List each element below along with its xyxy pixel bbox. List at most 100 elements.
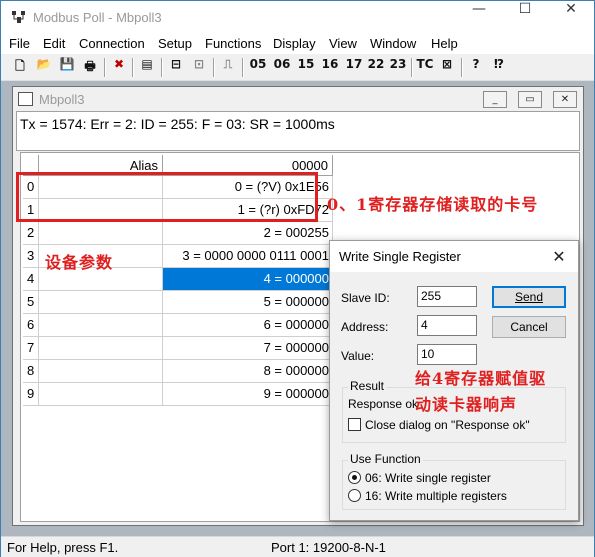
row-header[interactable]: 6 xyxy=(23,314,39,337)
child-maximize-button[interactable]: ▭ xyxy=(518,91,542,108)
toolbar-separator xyxy=(104,58,106,77)
function-group-label: Use Function xyxy=(348,452,423,466)
annotation-card-registers: 0、1寄存器存储读取的卡号 xyxy=(327,195,539,214)
connect-icon[interactable]: ⊟ xyxy=(166,57,186,78)
annotation-buzzer-line2: 动读卡器响声 xyxy=(415,395,518,414)
value-cell[interactable]: 7 = 000000 xyxy=(163,337,333,360)
child-close-button[interactable]: ✕ xyxy=(553,91,577,108)
status-bar: For Help, press F1. Port 1: 19200-8-N-1 xyxy=(1,536,594,557)
row-header[interactable]: 5 xyxy=(23,291,39,314)
disconnect-icon[interactable]: ✖ xyxy=(109,57,129,78)
value-cell-selected[interactable]: 4 = 000000 xyxy=(163,268,333,291)
toolbar-separator xyxy=(132,58,134,77)
dialog-title-bar[interactable]: Write Single Register ✕ xyxy=(330,241,578,272)
menu-display[interactable]: Display xyxy=(273,36,316,51)
fc-15-button[interactable]: 15 xyxy=(295,57,317,78)
fc-05-button[interactable]: 05 xyxy=(247,57,269,78)
fc-22-button[interactable]: 22 xyxy=(365,57,387,78)
send-button[interactable]: Send xyxy=(492,286,566,308)
open-folder-icon[interactable]: 📂 xyxy=(34,57,54,78)
tc-button[interactable]: TC xyxy=(415,57,435,78)
fc-23-button[interactable]: 23 xyxy=(387,57,409,78)
value-cell[interactable]: 8 = 000000 xyxy=(163,360,333,383)
radio-fc06-label[interactable]: 06: Write single register xyxy=(365,471,491,485)
alias-cell[interactable] xyxy=(39,314,163,337)
value-cell[interactable]: 6 = 000000 xyxy=(163,314,333,337)
minimize-button[interactable]: — xyxy=(456,1,502,33)
alias-cell[interactable] xyxy=(39,337,163,360)
send-button-label: Send xyxy=(514,290,544,304)
menu-edit[interactable]: Edit xyxy=(43,36,65,51)
toolbar-separator xyxy=(461,58,463,77)
new-file-icon[interactable]: 🗋 xyxy=(10,57,30,78)
pulse-icon[interactable]: ⎍ xyxy=(218,57,238,78)
row-header[interactable]: 7 xyxy=(23,337,39,360)
slave-id-label: Slave ID: xyxy=(341,291,390,305)
row-header[interactable]: 3 xyxy=(23,245,39,268)
child-minimize-button[interactable]: _ xyxy=(483,91,507,108)
slave-id-field[interactable]: 255 xyxy=(417,286,477,307)
radio-fc16-label[interactable]: 16: Write multiple registers xyxy=(365,489,507,503)
main-window: Modbus Poll - Mbpoll3 — ☐ ✕ File Edit Co… xyxy=(0,0,595,557)
alias-cell[interactable] xyxy=(39,291,163,314)
monitor-icon[interactable]: ⊠ xyxy=(437,57,457,78)
help-icon[interactable]: ? xyxy=(466,57,486,78)
maximize-button[interactable]: ☐ xyxy=(502,1,548,33)
row-header[interactable]: 2 xyxy=(23,222,39,245)
menu-help[interactable]: Help xyxy=(431,36,458,51)
menu-file[interactable]: File xyxy=(9,36,30,51)
close-on-ok-label[interactable]: Close dialog on "Response ok" xyxy=(365,418,530,432)
result-text: Response ok xyxy=(348,397,419,411)
child-title: Mbpoll3 xyxy=(39,92,85,107)
read-icon[interactable]: ⊡ xyxy=(189,57,209,78)
fc-17-button[interactable]: 17 xyxy=(343,57,365,78)
alias-cell[interactable] xyxy=(39,360,163,383)
radio-fc16[interactable] xyxy=(348,489,361,502)
app-logo-icon xyxy=(10,9,27,25)
toolbar-separator xyxy=(242,58,244,77)
value-label: Value: xyxy=(341,349,375,363)
toolbar-separator xyxy=(411,58,413,77)
address-field[interactable]: 4 xyxy=(417,315,477,336)
value-cell[interactable]: 3 = 0000 0000 0111 0001 xyxy=(163,245,333,268)
save-icon[interactable]: 💾 xyxy=(57,57,77,78)
alias-cell[interactable] xyxy=(39,383,163,406)
menu-setup[interactable]: Setup xyxy=(158,36,192,51)
app-title: Modbus Poll - Mbpoll3 xyxy=(33,10,162,25)
fc-16-button[interactable]: 16 xyxy=(319,57,341,78)
dialog-title: Write Single Register xyxy=(339,249,461,264)
title-bar[interactable]: Modbus Poll - Mbpoll3 — ☐ ✕ xyxy=(1,1,594,33)
row-header[interactable]: 8 xyxy=(23,360,39,383)
close-on-ok-checkbox[interactable] xyxy=(348,418,361,431)
address-label: Address: xyxy=(341,320,389,334)
annotation-highlight-box xyxy=(16,172,318,222)
toolbar-separator xyxy=(161,58,163,77)
value-field[interactable]: 10 xyxy=(417,344,477,365)
menu-connection[interactable]: Connection xyxy=(79,36,145,51)
dialog-close-icon[interactable]: ✕ xyxy=(548,246,570,268)
value-cell[interactable]: 9 = 000000 xyxy=(163,383,333,406)
menu-bar: File Edit Connection Setup Functions Dis… xyxy=(1,33,594,54)
menu-window[interactable]: Window xyxy=(370,36,416,51)
cancel-button[interactable]: Cancel xyxy=(492,316,566,338)
toolbar: 🗋 📂 💾 🖶 ✖ ▤ ⊟ ⊡ ⎍ 05 06 15 16 17 22 23 T… xyxy=(1,54,594,81)
context-help-icon[interactable]: ⁉ xyxy=(489,57,509,78)
toolbar-separator xyxy=(213,58,215,77)
row-header[interactable]: 9 xyxy=(23,383,39,406)
value-cell[interactable]: 2 = 000255 xyxy=(163,222,333,245)
fc-06-button[interactable]: 06 xyxy=(271,57,293,78)
menu-functions[interactable]: Functions xyxy=(205,36,261,51)
status-help-text: For Help, press F1. xyxy=(7,540,119,555)
alias-cell[interactable] xyxy=(39,222,163,245)
document-icon xyxy=(18,92,33,106)
window-icon[interactable]: ▤ xyxy=(137,57,157,78)
status-port-text: Port 1: 19200-8-N-1 xyxy=(271,540,386,555)
row-header[interactable]: 4 xyxy=(23,268,39,291)
value-cell[interactable]: 5 = 000000 xyxy=(163,291,333,314)
child-title-bar[interactable]: Mbpoll3 _ ▭ ✕ xyxy=(13,87,583,111)
menu-view[interactable]: View xyxy=(329,36,357,51)
print-icon[interactable]: 🖶 xyxy=(80,57,100,78)
close-button[interactable]: ✕ xyxy=(548,1,594,33)
radio-fc06[interactable] xyxy=(348,471,361,484)
annotation-device-params: 设备参数 xyxy=(45,253,114,272)
